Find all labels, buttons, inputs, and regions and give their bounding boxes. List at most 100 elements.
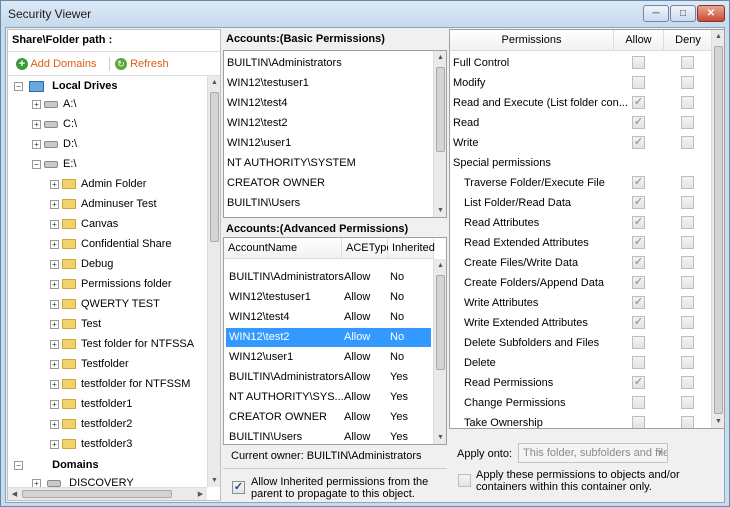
deny-checkbox[interactable] — [681, 296, 694, 309]
basic-account-item[interactable]: WIN12\test2 — [227, 115, 288, 131]
deny-checkbox[interactable] — [681, 116, 694, 129]
scroll-up-icon[interactable]: ▲ — [434, 51, 446, 64]
scroll-up-icon[interactable]: ▲ — [208, 76, 220, 89]
deny-checkbox[interactable] — [681, 416, 694, 428]
tree-node-folder[interactable]: + Test — [50, 315, 101, 333]
scroll-thumb[interactable] — [22, 490, 172, 498]
allow-checkbox[interactable]: ✓ — [632, 116, 645, 129]
tree-node-folder[interactable]: + Admin Folder — [50, 175, 146, 193]
scroll-thumb[interactable] — [436, 67, 445, 152]
tree-horizontal-scrollbar[interactable]: ◀ ▶ — [8, 487, 207, 500]
advanced-account-row[interactable]: WIN12\test2 Allow No — [226, 328, 431, 347]
allow-checkbox[interactable] — [632, 56, 645, 69]
expand-icon[interactable]: + — [50, 239, 59, 249]
expand-icon[interactable]: + — [50, 399, 59, 409]
expand-icon[interactable]: + — [50, 299, 59, 309]
permissions-vertical-scrollbar[interactable]: ▲ ▼ — [711, 30, 724, 428]
advanced-account-row[interactable]: WIN12\user1 Allow No — [226, 348, 431, 367]
apply-children-checkbox[interactable] — [458, 474, 471, 487]
basic-account-item[interactable]: WIN12\testuser1 — [227, 75, 309, 91]
advanced-account-row[interactable]: NT AUTHORITY\SYS... Allow Yes — [226, 388, 431, 407]
scroll-up-icon[interactable]: ▲ — [434, 259, 446, 272]
deny-checkbox[interactable] — [681, 176, 694, 189]
collapse-icon[interactable]: − — [14, 460, 23, 470]
expand-icon[interactable]: + — [32, 99, 41, 109]
basic-account-item[interactable]: CREATOR OWNER — [227, 175, 325, 191]
deny-checkbox[interactable] — [681, 76, 694, 89]
col-acetype[interactable]: ACEType — [342, 238, 392, 259]
deny-checkbox[interactable] — [681, 216, 694, 229]
deny-checkbox[interactable] — [681, 256, 694, 269]
close-button[interactable]: ✕ — [697, 5, 725, 22]
allow-checkbox[interactable]: ✓ — [632, 376, 645, 389]
allow-checkbox[interactable] — [632, 336, 645, 349]
allow-checkbox[interactable]: ✓ — [632, 196, 645, 209]
tree-node-folder[interactable]: + Test folder for NTFSSA — [50, 335, 194, 353]
basic-account-item[interactable]: WIN12\user1 — [227, 135, 291, 151]
tree-node-drive[interactable]: − E:\ — [32, 155, 76, 173]
deny-checkbox[interactable] — [681, 136, 694, 149]
deny-checkbox[interactable] — [681, 196, 694, 209]
tree-node-folder[interactable]: + Debug — [50, 255, 113, 273]
apply-onto-select[interactable]: This folder, subfolders and file ▼ — [518, 443, 668, 463]
advanced-account-row[interactable]: WIN12\test4 Allow No — [226, 308, 431, 327]
advanced-account-row[interactable]: BUILTIN\Users Allow Yes — [226, 428, 431, 444]
tree-node-folder[interactable]: + Testfolder — [50, 355, 129, 373]
advanced-account-row[interactable]: BUILTIN\Administrators Allow No — [226, 268, 431, 287]
allow-checkbox[interactable] — [632, 416, 645, 428]
allow-checkbox[interactable]: ✓ — [632, 96, 645, 109]
tree-node-folder[interactable]: + QWERTY TEST — [50, 295, 160, 313]
allow-checkbox[interactable]: ✓ — [632, 136, 645, 149]
basic-account-item[interactable]: BUILTIN\Users — [227, 195, 300, 211]
basic-vertical-scrollbar[interactable]: ▲ ▼ — [433, 51, 446, 217]
allow-checkbox[interactable]: ✓ — [632, 236, 645, 249]
tree-node-folder[interactable]: + Permissions folder — [50, 275, 171, 293]
scroll-right-icon[interactable]: ▶ — [194, 488, 207, 500]
tree-node-folder[interactable]: + testfolder for NTFSSM — [50, 375, 190, 393]
add-domains-button[interactable]: + Add Domains — [16, 57, 97, 71]
deny-checkbox[interactable] — [681, 336, 694, 349]
allow-checkbox[interactable]: ✓ — [632, 296, 645, 309]
tree-node-drive[interactable]: + D:\ — [32, 135, 77, 153]
expand-icon[interactable]: + — [50, 419, 59, 429]
tree-node-folder[interactable]: + testfolder3 — [50, 435, 132, 453]
allow-checkbox[interactable] — [632, 356, 645, 369]
tree-node-discovery[interactable]: + DISCOVERY — [32, 474, 134, 488]
scroll-thumb[interactable] — [714, 46, 723, 414]
scroll-down-icon[interactable]: ▼ — [434, 204, 446, 217]
allow-checkbox[interactable]: ✓ — [632, 316, 645, 329]
allow-checkbox[interactable] — [632, 396, 645, 409]
scroll-down-icon[interactable]: ▼ — [712, 415, 724, 428]
deny-checkbox[interactable] — [681, 356, 694, 369]
scroll-down-icon[interactable]: ▼ — [208, 474, 220, 487]
refresh-button[interactable]: ↻ Refresh — [115, 57, 169, 71]
deny-checkbox[interactable] — [681, 56, 694, 69]
tree-node-folder[interactable]: + Adminuser Test — [50, 195, 157, 213]
allow-checkbox[interactable]: ✓ — [632, 276, 645, 289]
expand-icon[interactable]: + — [50, 259, 59, 269]
tree-vertical-scrollbar[interactable]: ▲ ▼ — [207, 76, 220, 487]
basic-account-item[interactable]: NT AUTHORITY\SYSTEM — [227, 155, 356, 171]
expand-icon[interactable]: + — [50, 319, 59, 329]
expand-icon[interactable]: + — [50, 279, 59, 289]
expand-icon[interactable]: + — [50, 439, 59, 449]
maximize-button[interactable]: □ — [670, 5, 696, 22]
allow-inherited-checkbox[interactable]: ✓ — [232, 481, 245, 494]
expand-icon[interactable]: + — [50, 199, 59, 209]
deny-checkbox[interactable] — [681, 376, 694, 389]
basic-account-item[interactable]: WIN12\test4 — [227, 95, 288, 111]
advanced-account-row[interactable]: WIN12\testuser1 Allow No — [226, 288, 431, 307]
deny-checkbox[interactable] — [681, 96, 694, 109]
col-inherited[interactable]: Inherited — [388, 238, 435, 259]
scroll-thumb[interactable] — [210, 92, 219, 242]
tree-node-folder[interactable]: + Confidential Share — [50, 235, 172, 253]
tree-node-domains[interactable]: − Domains — [14, 456, 99, 474]
tree-node-folder[interactable]: + testfolder2 — [50, 415, 132, 433]
tree-node-folder[interactable]: + testfolder1 — [50, 395, 132, 413]
expand-icon[interactable]: + — [32, 139, 41, 149]
deny-checkbox[interactable] — [681, 396, 694, 409]
expand-icon[interactable]: + — [50, 219, 59, 229]
allow-checkbox[interactable] — [632, 76, 645, 89]
deny-checkbox[interactable] — [681, 236, 694, 249]
expand-icon[interactable]: + — [50, 379, 59, 389]
